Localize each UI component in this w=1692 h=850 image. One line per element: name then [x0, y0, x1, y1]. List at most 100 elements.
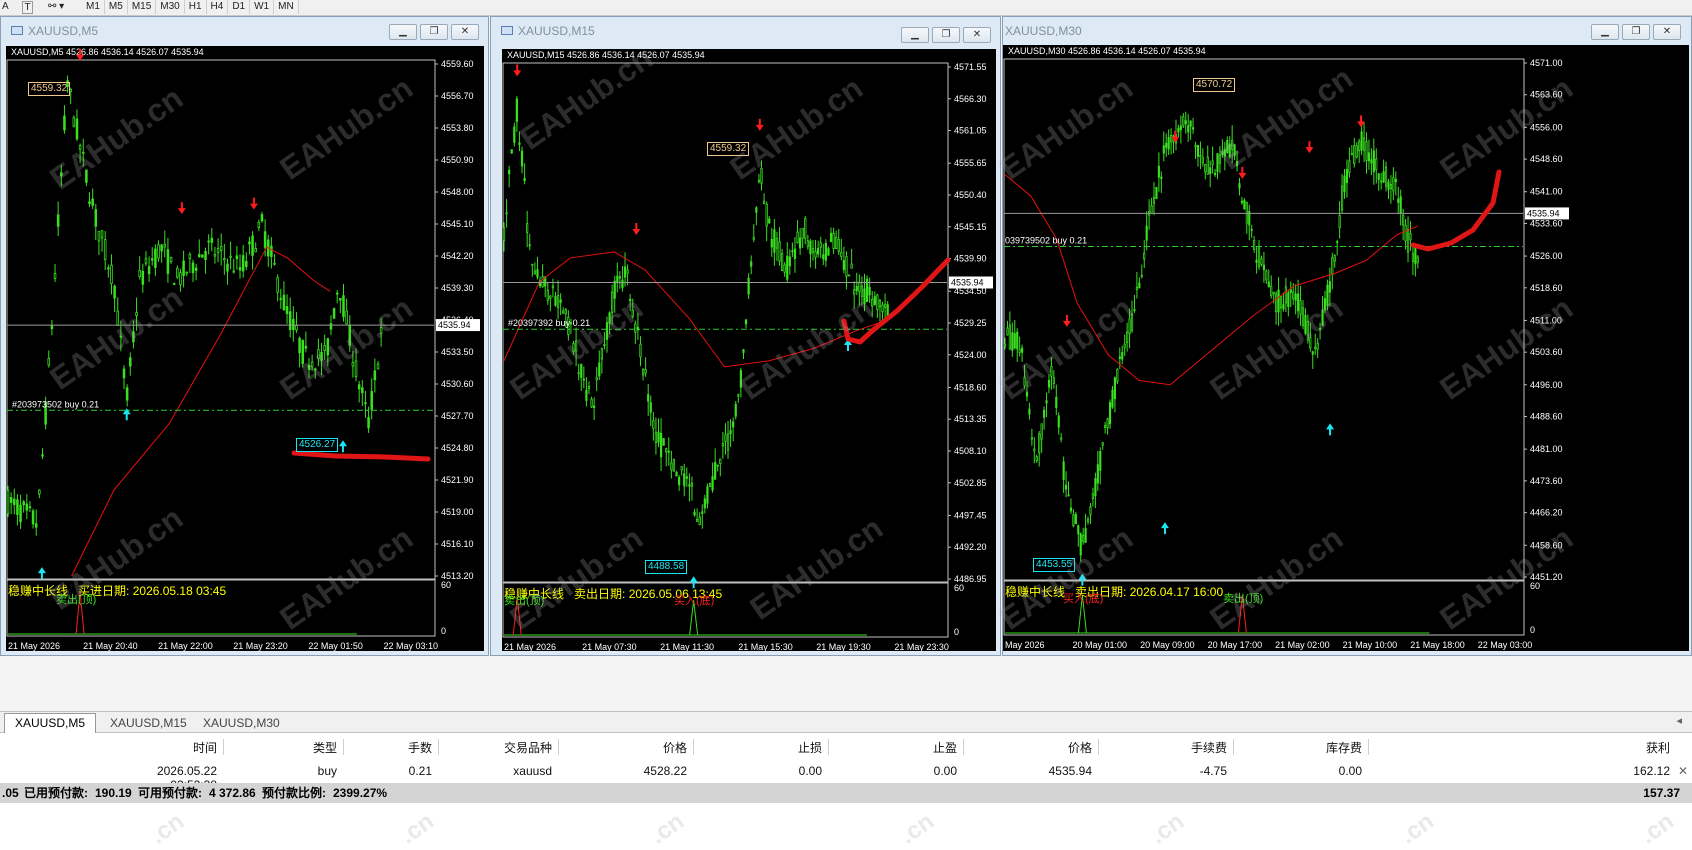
timeframe-m15[interactable]: M15	[128, 0, 157, 14]
candle-body	[685, 476, 688, 479]
maximize-button[interactable]: ❐	[932, 27, 960, 43]
timeframe-m30[interactable]: M30	[156, 0, 185, 14]
column-header[interactable]: 交易品种	[450, 739, 552, 756]
toolbar-a-icon[interactable]: A	[2, 0, 9, 14]
minimize-button[interactable]: ▁	[901, 27, 929, 43]
candle-body	[260, 214, 264, 222]
objects-dropdown-icon[interactable]: ⚯ ▾	[48, 0, 64, 14]
candle-body	[559, 299, 562, 303]
tab-xauusd-m15[interactable]: XAUUSD,M15	[100, 714, 197, 732]
candle-body	[677, 476, 681, 486]
signal-label-2: 卖出(顶)	[1223, 593, 1264, 605]
column-separator[interactable]	[558, 739, 559, 755]
chart-window-m5[interactable]: XAUUSD,M5 ▁ ❐ ✕ XAUUSD,M5 4526.86 4536.1…	[0, 16, 489, 656]
y-tick-label: 4524.00	[954, 350, 987, 360]
chart-canvas[interactable]: XAUUSD,M15 4526.86 4536.14 4526.07 4535.…	[502, 49, 996, 651]
window-titlebar[interactable]: XAUUSD,M5 ▁ ❐ ✕	[1, 17, 488, 45]
close-button[interactable]: ✕	[1653, 24, 1681, 40]
candle-body	[1362, 137, 1366, 151]
candle-body	[379, 327, 383, 334]
candle-body	[1409, 233, 1412, 241]
timeframe-h1[interactable]: H1	[185, 0, 207, 14]
window-title: XAUUSD,M30	[1005, 24, 1082, 38]
timeframe-d1[interactable]: D1	[228, 0, 251, 14]
candle-body	[81, 151, 85, 154]
tab-xauusd-m30[interactable]: XAUUSD,M30	[193, 714, 290, 732]
candle-body	[179, 272, 182, 286]
candle-body	[1375, 158, 1378, 171]
column-separator[interactable]	[1098, 739, 1099, 755]
chart-canvas[interactable]: XAUUSD,M5 4526.86 4536.14 4526.07 4535.9…	[6, 46, 484, 651]
column-header[interactable]: 类型	[235, 739, 337, 756]
column-separator[interactable]	[223, 739, 224, 755]
candle-body	[1238, 183, 1241, 189]
column-header[interactable]: 手续费	[1110, 739, 1227, 756]
margin-level-label: 预付款比例:	[262, 786, 326, 800]
close-order-icon[interactable]: ✕	[1678, 764, 1688, 778]
timeframe-h4[interactable]: H4	[207, 0, 229, 14]
column-header[interactable]: 获利	[1380, 739, 1670, 756]
candle-body	[1240, 200, 1244, 203]
candle-body	[873, 296, 876, 306]
column-header[interactable]: 时间	[130, 739, 217, 756]
column-header[interactable]: 价格	[575, 739, 687, 756]
column-header[interactable]: 库存费	[1245, 739, 1362, 756]
x-tick-label: 21 May 15:30	[738, 642, 793, 651]
price-chart[interactable]: 4559.60 4556.70 4553.80 4550.90 4548.00 4545.…	[6, 46, 484, 651]
y-tick-label: 4527.70	[441, 411, 474, 421]
price-chart[interactable]: 4571.55 4566.30 4561.05 4555.65 4550.40 4545.…	[502, 49, 996, 651]
column-separator[interactable]	[828, 739, 829, 755]
indicator-scale-bottom: 0	[954, 627, 959, 637]
candle-body	[1311, 351, 1314, 355]
column-separator[interactable]	[343, 739, 344, 755]
timeframe-w1[interactable]: W1	[250, 0, 275, 14]
candle-body	[616, 275, 619, 283]
margin-value: 190.19	[95, 786, 132, 800]
window-titlebar[interactable]: XAUUSD,M15 ▁ ❐ ✕	[491, 17, 1000, 45]
chart-window-m30[interactable]: XAUUSD,M30 ▁ ❐ ✕ XAUUSD,M30 4526.86 4536…	[1002, 16, 1692, 656]
tab-xauusd-m5[interactable]: XAUUSD,M5	[4, 713, 97, 734]
column-header[interactable]: 手数	[355, 739, 432, 756]
y-tick-label: 4524.80	[441, 443, 474, 453]
candle-body	[295, 324, 298, 331]
column-separator[interactable]	[438, 739, 439, 755]
close-button[interactable]: ✕	[451, 24, 479, 40]
indicator-scale-bottom: 0	[441, 626, 446, 636]
candle-body	[546, 289, 549, 301]
window-titlebar[interactable]: XAUUSD,M30 ▁ ❐ ✕	[1003, 17, 1691, 45]
candle-body	[752, 237, 755, 240]
minimize-button[interactable]: ▁	[389, 24, 417, 40]
maximize-button[interactable]: ❐	[420, 24, 448, 40]
candle-body	[793, 248, 797, 260]
column-header[interactable]: 止盈	[840, 739, 957, 756]
price-chart[interactable]: 4571.00 4563.60 4556.00 4548.60 4541.00 4533.…	[1003, 45, 1689, 651]
timeframe-mn[interactable]: MN	[274, 0, 299, 14]
y-tick-label: 4473.60	[1530, 476, 1563, 486]
column-separator[interactable]	[1233, 739, 1234, 755]
maximize-button[interactable]: ❐	[1622, 24, 1650, 40]
y-tick-label: 4521.90	[441, 475, 474, 485]
column-separator[interactable]	[1368, 739, 1369, 755]
candle-body	[541, 276, 544, 288]
candle-body	[1213, 172, 1217, 176]
signal-label-1: 买入(底)	[1063, 593, 1104, 605]
minimize-button[interactable]: ▁	[1591, 24, 1619, 40]
candle-body	[1101, 442, 1104, 446]
candle-body	[1414, 247, 1417, 265]
column-separator[interactable]	[963, 739, 964, 755]
candle-body	[97, 231, 101, 242]
candle-body	[742, 349, 745, 353]
close-button[interactable]: ✕	[963, 27, 991, 43]
tab-scroll-left-icon[interactable]: ◂	[1676, 714, 1682, 727]
chart-canvas[interactable]: XAUUSD,M30 4526.86 4536.14 4526.07 4535.…	[1003, 45, 1689, 651]
timeframe-m5[interactable]: M5	[105, 0, 128, 14]
chart-window-m15[interactable]: XAUUSD,M15 ▁ ❐ ✕ XAUUSD,M15 4526.86 4536…	[490, 16, 1001, 656]
x-tick-label: 21 May 11:30	[660, 642, 714, 651]
text-tool-icon[interactable]: T	[22, 1, 33, 14]
candle-body	[1003, 343, 1007, 347]
column-header[interactable]: 止损	[705, 739, 822, 756]
column-separator[interactable]	[693, 739, 694, 755]
column-header[interactable]: 价格	[975, 739, 1092, 756]
candle-body	[1057, 415, 1060, 428]
timeframe-m1[interactable]: M1	[82, 0, 105, 14]
